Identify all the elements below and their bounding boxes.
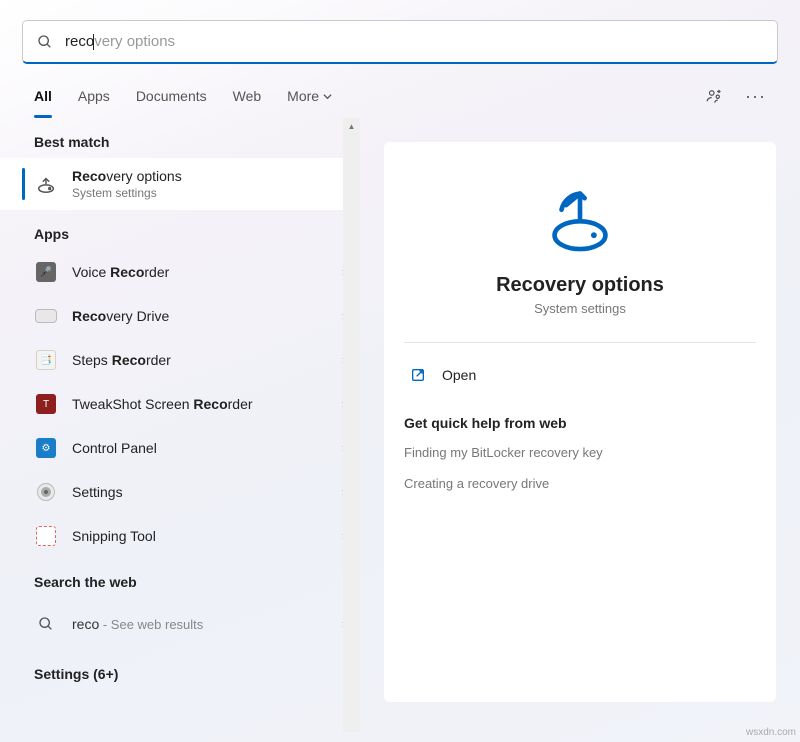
search-input[interactable]: recovery options	[65, 33, 175, 50]
divider	[404, 342, 756, 343]
result-steps-recorder[interactable]: 📑 Steps Recorder ›	[0, 338, 360, 382]
result-voice-recorder[interactable]: 🎤 Voice Recorder ›	[0, 250, 360, 294]
section-best-match: Best match	[0, 118, 360, 158]
tab-documents[interactable]: Documents	[136, 80, 207, 112]
voice-recorder-icon: 🎤	[34, 260, 58, 284]
results-panel: Best match Recovery options System setti…	[0, 118, 360, 732]
recovery-icon	[34, 172, 58, 196]
recovery-drive-icon	[34, 304, 58, 328]
result-recovery-options[interactable]: Recovery options System settings	[0, 158, 360, 210]
tab-more[interactable]: More	[287, 80, 332, 112]
help-link-recovery-drive[interactable]: Creating a recovery drive	[404, 476, 756, 491]
result-control-panel[interactable]: ⚙ Control Panel ›	[0, 426, 360, 470]
settings-icon	[34, 480, 58, 504]
search-icon	[34, 612, 58, 636]
filter-tabs: All Apps Documents Web More ···	[0, 74, 800, 118]
tweakshot-icon: T	[34, 392, 58, 416]
more-options-icon[interactable]: ···	[745, 86, 766, 107]
result-settings[interactable]: Settings ›	[0, 470, 360, 514]
help-link-bitlocker[interactable]: Finding my BitLocker recovery key	[404, 445, 756, 460]
scroll-up-button[interactable]: ▲	[343, 118, 360, 135]
watermark: wsxdn.com	[746, 727, 796, 738]
search-box[interactable]: recovery options	[22, 20, 778, 64]
snipping-tool-icon: ✂	[34, 524, 58, 548]
result-snipping-tool[interactable]: ✂ Snipping Tool ›	[0, 514, 360, 558]
detail-subtitle: System settings	[534, 301, 626, 316]
account-switch-icon[interactable]	[705, 87, 723, 105]
section-settings-more[interactable]: Settings (6+)	[0, 650, 360, 690]
tab-all[interactable]: All	[34, 80, 52, 112]
detail-title: Recovery options	[496, 274, 664, 297]
recovery-large-icon	[543, 182, 617, 256]
section-apps: Apps	[0, 210, 360, 250]
open-action[interactable]: Open	[404, 361, 756, 389]
chevron-down-icon	[323, 92, 332, 101]
result-recovery-drive[interactable]: Recovery Drive ›	[0, 294, 360, 338]
search-icon	[37, 34, 53, 50]
steps-recorder-icon: 📑	[34, 348, 58, 372]
section-search-web: Search the web	[0, 558, 360, 598]
control-panel-icon: ⚙	[34, 436, 58, 460]
scrollbar[interactable]: ▲	[343, 118, 360, 732]
tab-web[interactable]: Web	[233, 80, 262, 112]
open-external-icon	[410, 367, 426, 383]
detail-panel: Recovery options System settings Open Ge…	[384, 142, 776, 702]
result-tweakshot[interactable]: T TweakShot Screen Recorder ›	[0, 382, 360, 426]
tab-apps[interactable]: Apps	[78, 80, 110, 112]
help-header: Get quick help from web	[404, 415, 756, 431]
result-web-search[interactable]: reco - See web results ›	[0, 598, 360, 650]
